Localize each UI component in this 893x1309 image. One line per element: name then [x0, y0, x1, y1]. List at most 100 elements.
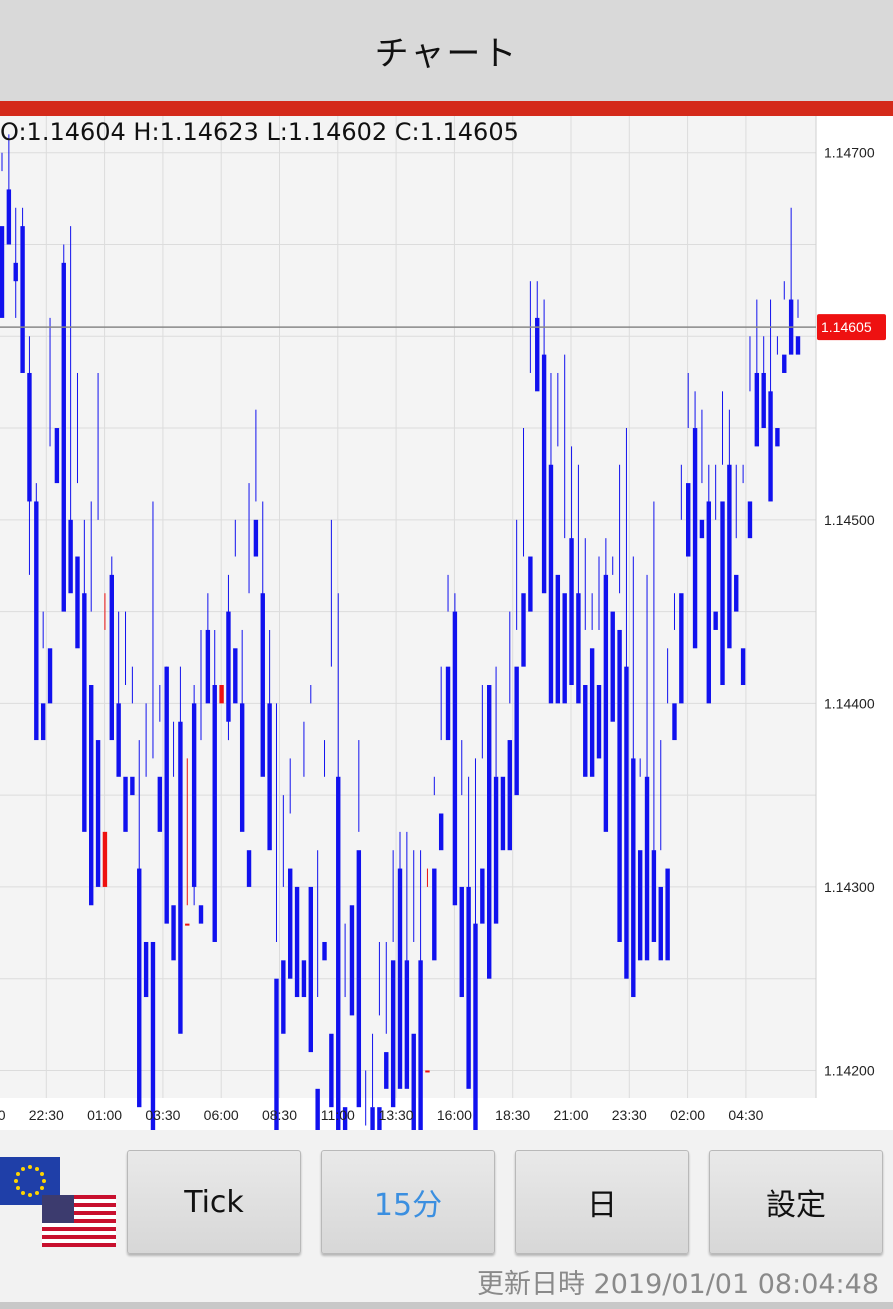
candle-body [185, 923, 190, 926]
time-tick-label: 16:00 [437, 1107, 472, 1123]
candle-body [102, 831, 108, 887]
candle-body [432, 868, 437, 961]
candle-body [6, 189, 12, 245]
price-tick-label: 1.14500 [824, 512, 875, 528]
candle-body [734, 574, 739, 612]
candle-body [370, 1107, 375, 1130]
candle-body [356, 850, 362, 1108]
settings-button[interactable]: 設定 [709, 1150, 883, 1254]
candle-body [150, 941, 156, 1130]
day-button[interactable]: 日 [515, 1150, 689, 1254]
time-tick-label: 13:30 [379, 1107, 414, 1123]
candle-body [541, 354, 547, 594]
candle-body [0, 226, 5, 318]
candle-body [130, 776, 135, 796]
current-price-label: 1.14605 [821, 319, 872, 335]
candle-body [493, 776, 499, 924]
candle-body [487, 685, 492, 979]
candle-body [267, 703, 272, 851]
candle-body [219, 685, 224, 704]
candle-body [775, 428, 780, 447]
candle-body [54, 428, 60, 484]
candle-body [89, 685, 94, 906]
candle-body [178, 721, 183, 1034]
candle-body [686, 483, 691, 557]
candle-body [747, 501, 753, 539]
candle-body [555, 574, 561, 704]
candle-body [452, 611, 458, 906]
candle-body [507, 740, 512, 851]
candle-body [205, 629, 211, 704]
candle-body [198, 905, 204, 924]
time-tick-label: 01:00 [87, 1107, 122, 1123]
candle-body [658, 886, 663, 961]
candle-body [226, 611, 231, 722]
last-updated-timestamp: 更新日時 2019/01/01 08:04:48 [476, 1269, 879, 1300]
candle-body [576, 593, 581, 704]
candle-body [679, 593, 684, 704]
candle-body [782, 354, 787, 373]
candle-body [390, 960, 396, 1108]
candle-body [521, 593, 526, 667]
price-tick-label: 1.14300 [824, 879, 875, 895]
candle-body [143, 941, 149, 998]
price-tick-label: 1.14200 [824, 1062, 875, 1078]
candle-body [548, 464, 554, 704]
price-axis: 1.14700 1.14500 1.14400 1.14300 1.14200 [815, 116, 875, 1098]
candle-body [137, 868, 142, 1108]
candle-body [288, 868, 293, 979]
candle-body [535, 317, 540, 392]
candle-body [473, 923, 478, 1130]
candle-body [260, 593, 265, 777]
time-tick-label: 23:30 [612, 1107, 647, 1123]
candle-body [308, 886, 313, 1053]
candle-body [596, 685, 602, 759]
candle-body [109, 574, 114, 741]
candle-body [713, 611, 718, 630]
candle-body [727, 464, 732, 649]
candle-body [68, 519, 73, 594]
tick-button[interactable]: Tick [127, 1150, 301, 1254]
candle-body [459, 886, 464, 998]
candle-body [294, 886, 300, 998]
candle-body [116, 703, 121, 777]
us-flag-icon[interactable] [42, 1195, 116, 1247]
candle-body [692, 428, 698, 649]
price-tick-label: 1.14400 [824, 695, 875, 711]
candle-body [404, 960, 410, 1089]
candle-body [480, 868, 485, 924]
candle-body [624, 666, 629, 979]
time-tick-label: 21:00 [553, 1107, 588, 1123]
candle-body [123, 776, 128, 832]
candle-body [761, 372, 766, 429]
candle-body [281, 960, 286, 1034]
candle-body [233, 648, 238, 704]
candle-body [171, 905, 176, 961]
15min-button[interactable]: 15分 [321, 1150, 495, 1254]
candle-body [644, 776, 650, 961]
candle-body [329, 1033, 334, 1108]
time-tick-label: 11:00 [321, 1107, 355, 1123]
time-axis: 20:00 22:30 01:00 03:30 06:00 08:30 11:00 13:30… [0, 1107, 764, 1123]
price-tick-label: 1.14700 [824, 145, 875, 161]
time-tick-label: 18:30 [495, 1107, 530, 1123]
header-accent-bar [0, 101, 893, 116]
candle-body [768, 391, 773, 502]
candle-body [569, 538, 574, 686]
candle-body [754, 372, 760, 447]
time-tick-label: 02:00 [670, 1107, 705, 1123]
candle-body [61, 262, 66, 612]
candle-body [617, 629, 622, 942]
candle-body [20, 226, 25, 373]
candle-body [47, 648, 53, 704]
candle-body [191, 703, 197, 887]
candle-body [631, 758, 636, 998]
candle-body [514, 666, 519, 796]
candlestick-chart[interactable]: 1.14700 1.14500 1.14400 1.14300 1.14200 20:0… [0, 116, 893, 1130]
candle-body [34, 501, 39, 741]
candle-body [239, 703, 245, 832]
candle-body [336, 776, 341, 1130]
candle-body [699, 519, 705, 539]
candle-body [322, 941, 327, 961]
candle-body [672, 703, 677, 741]
